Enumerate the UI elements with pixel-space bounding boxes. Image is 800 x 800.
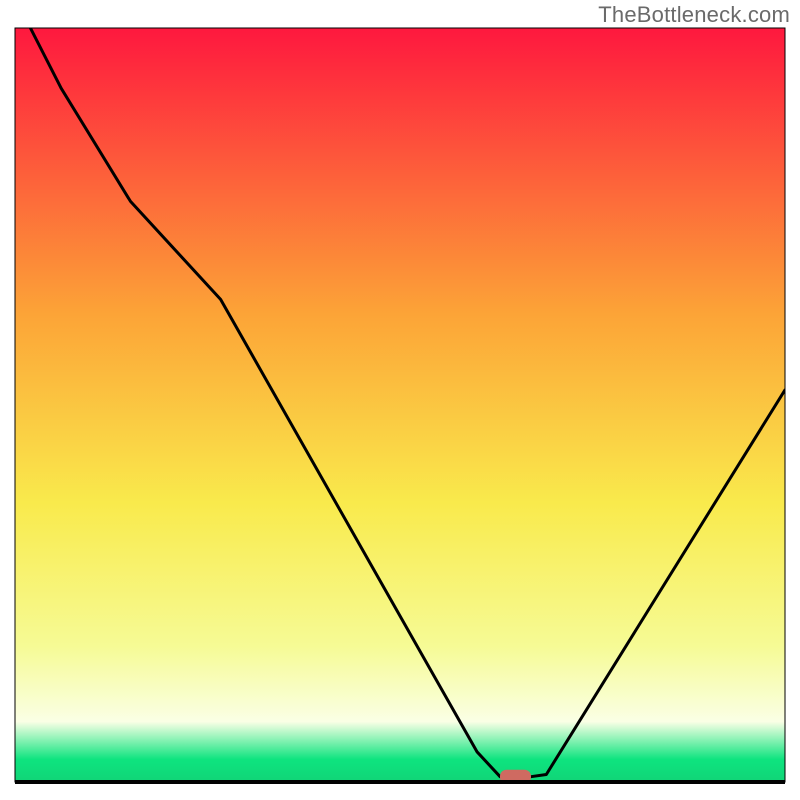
bottleneck-chart xyxy=(0,0,800,800)
chart-container: TheBottleneck.com xyxy=(0,0,800,800)
watermark-text: TheBottleneck.com xyxy=(598,2,790,28)
plot-background xyxy=(15,28,785,782)
